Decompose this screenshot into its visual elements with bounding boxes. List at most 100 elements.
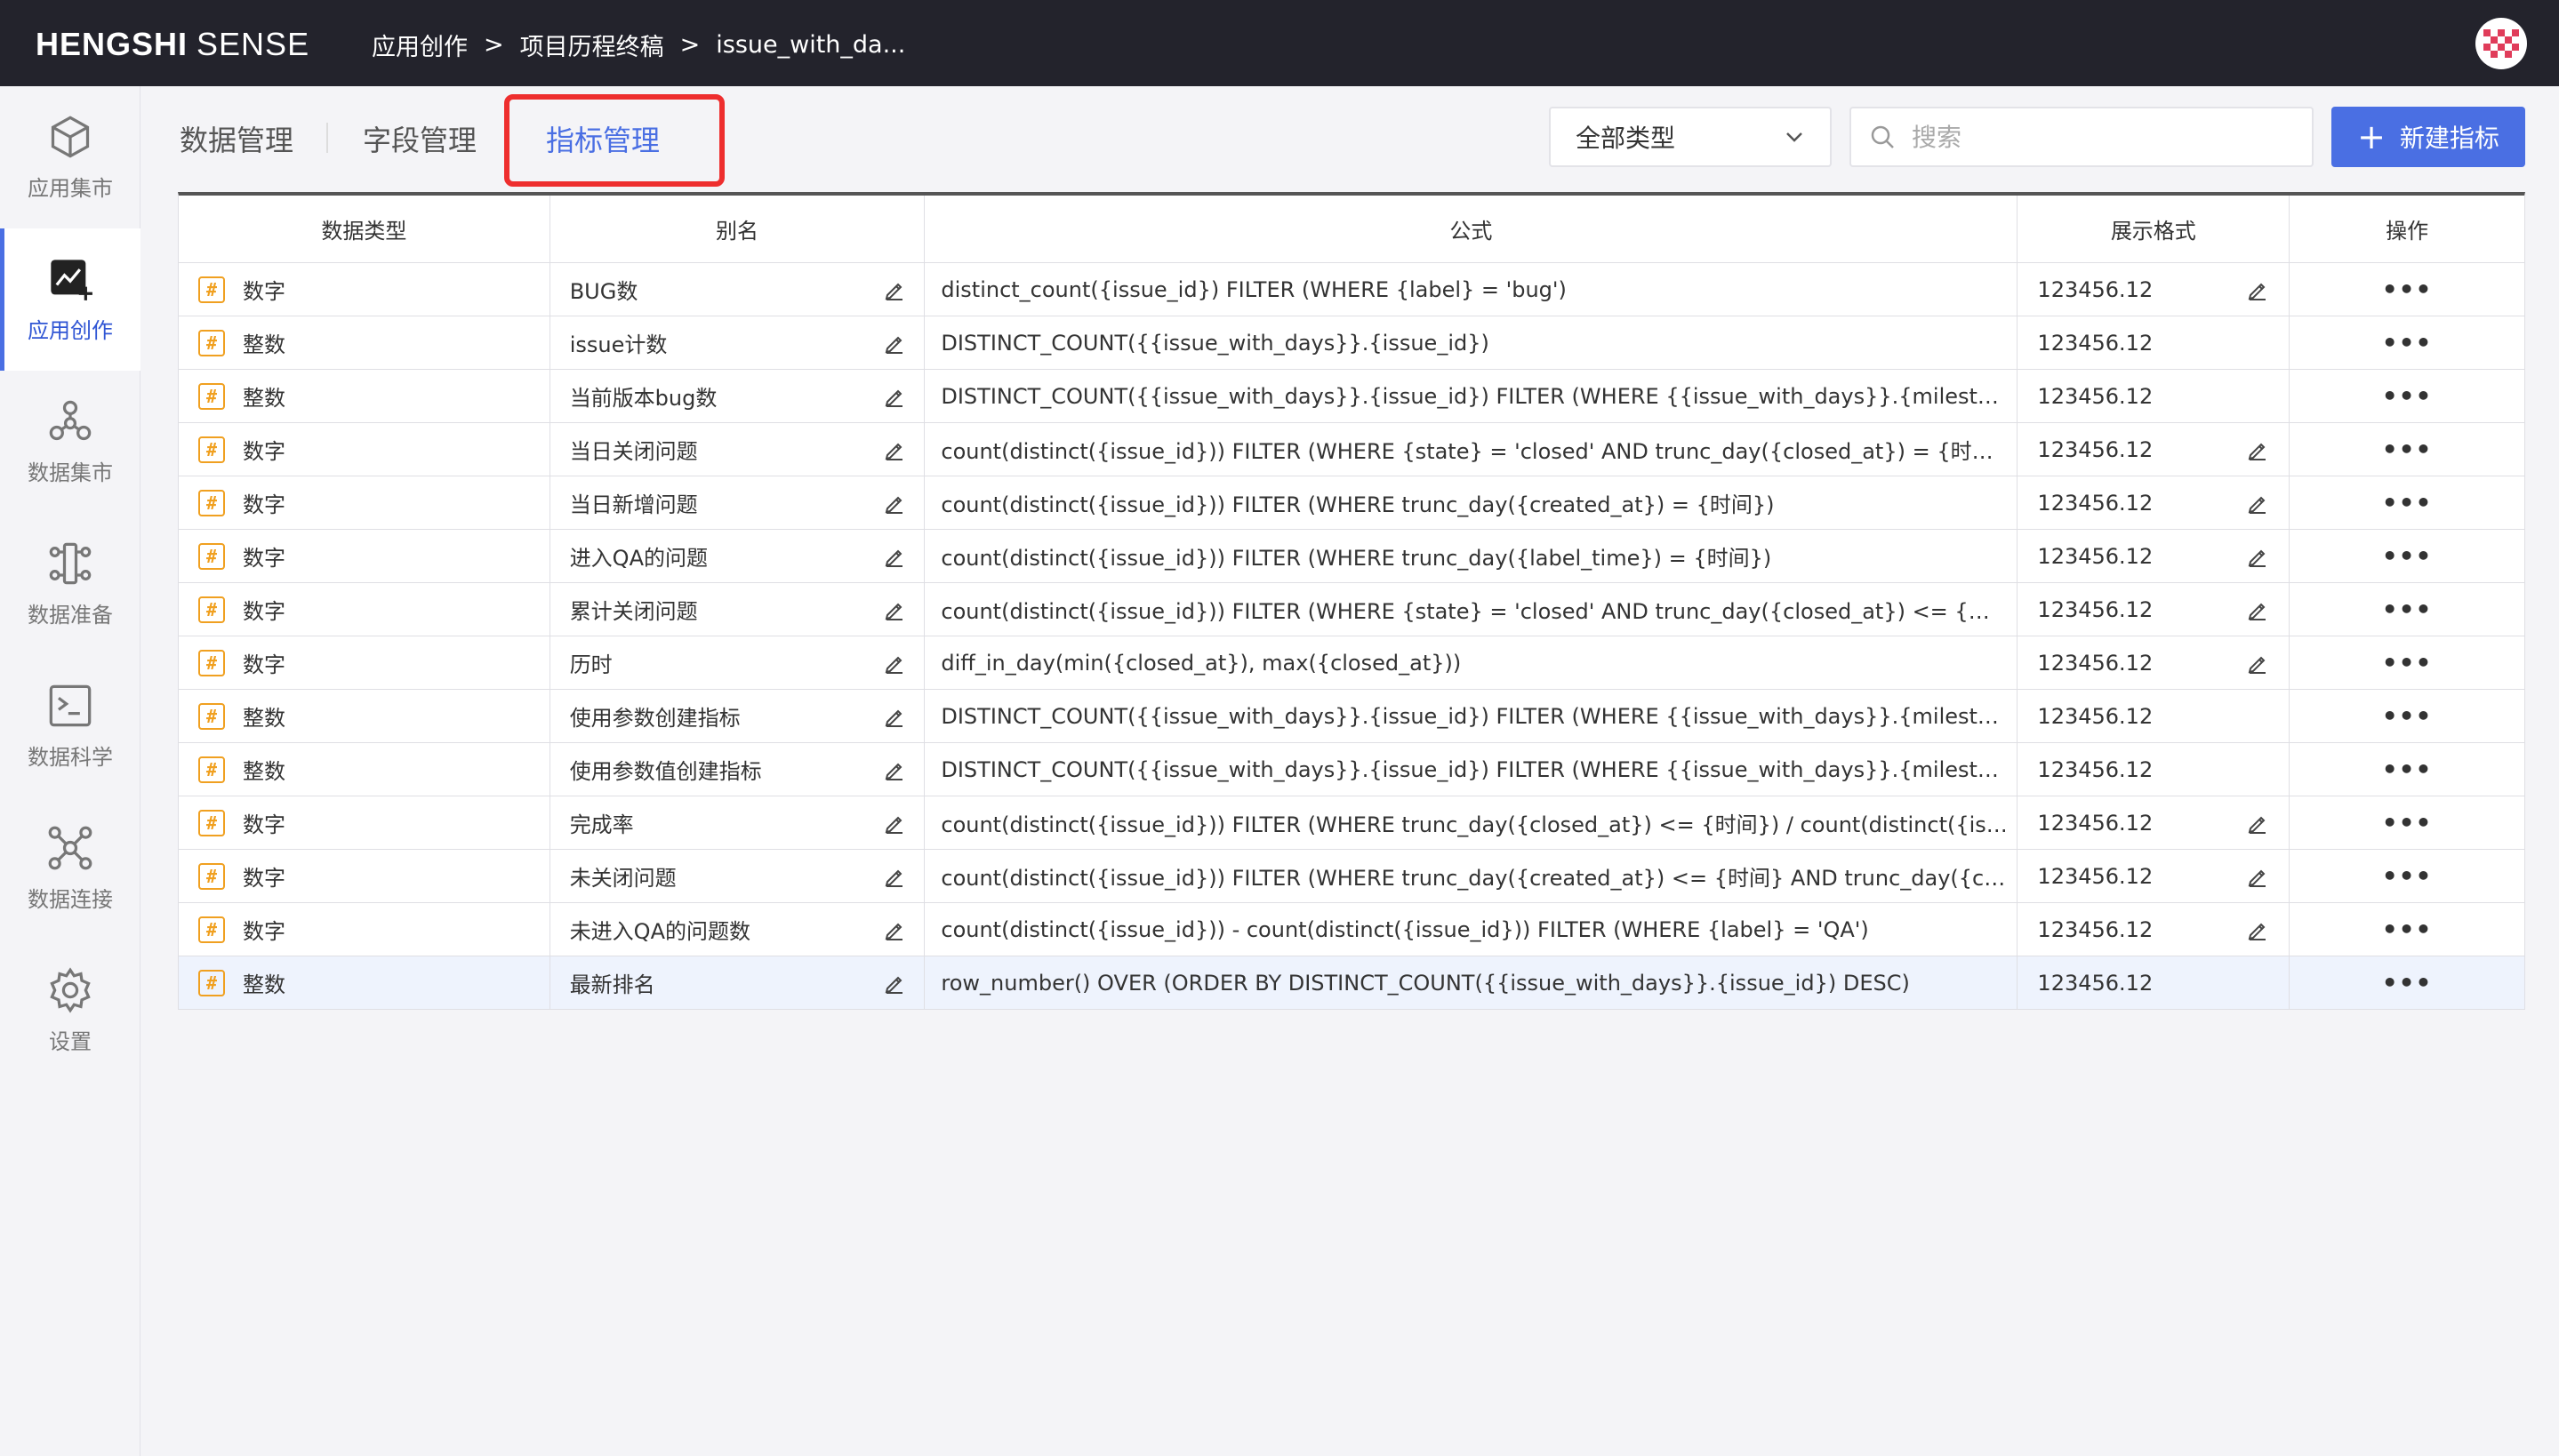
edit-format-icon[interactable] (2246, 278, 2269, 301)
column-header-formula[interactable]: 公式 (925, 196, 2018, 262)
avatar[interactable] (2475, 18, 2527, 69)
sidebar-item-app-market[interactable]: 应用集市 (0, 86, 140, 228)
formula-cell[interactable]: DISTINCT_COUNT({{issue_with_days}}.{issu… (925, 743, 2018, 796)
table-row[interactable]: # 数字 当日关闭问题 count(distinct({issue_id})) FIL… (179, 423, 2524, 476)
formula-cell[interactable]: DISTINCT_COUNT({{issue_with_days}}.{issu… (925, 690, 2018, 742)
search-input[interactable] (1912, 122, 2285, 152)
breadcrumb: 应用创作 > 项目历程终稿 > issue_with_da... (372, 25, 905, 64)
more-actions-icon[interactable]: ••• (2382, 541, 2433, 571)
sidebar-item-app-create[interactable]: 应用创作 (0, 228, 140, 371)
type-label: 整数 (243, 706, 285, 731)
edit-format-icon[interactable] (2246, 652, 2269, 675)
formula-cell[interactable]: distinct_count({issue_id}) FILTER (WHERE… (925, 263, 2018, 316)
tab-field-management[interactable]: 字段管理 (363, 112, 477, 165)
more-actions-icon[interactable]: ••• (2382, 755, 2433, 784)
table-row[interactable]: # 数字 累计关闭问题 count(distinct({issue_id})) FIL… (179, 583, 2524, 636)
actions-cell: ••• (2290, 956, 2524, 1009)
sidebar-item-data-prep[interactable]: 数据准备 (0, 513, 140, 655)
alias-cell: 当前版本bug数 (550, 370, 926, 422)
more-actions-icon[interactable]: ••• (2382, 648, 2433, 677)
edit-alias-icon[interactable] (883, 972, 906, 995)
breadcrumb-item-project[interactable]: 项目历程终稿 (520, 28, 664, 62)
formula-cell[interactable]: row_number() OVER (ORDER BY DISTINCT_COU… (925, 956, 2018, 1009)
more-actions-icon[interactable]: ••• (2382, 435, 2433, 464)
edit-format-icon[interactable] (2246, 438, 2269, 461)
formula-cell[interactable]: count(distinct({issue_id})) FILTER (WHER… (925, 850, 2018, 902)
more-actions-icon[interactable]: ••• (2382, 488, 2433, 517)
sidebar-item-data-science[interactable]: 数据科学 (0, 655, 140, 797)
table-row[interactable]: # 数字 当日新增问题 count(distinct({issue_id})) FIL… (179, 476, 2524, 530)
type-filter-select[interactable]: 全部类型 (1549, 107, 1832, 167)
table-row[interactable]: # 数字 完成率 count(distinct({issue_id})) FILTER… (179, 796, 2524, 850)
new-metric-button[interactable]: + 新建指标 (2331, 107, 2525, 167)
more-actions-icon[interactable]: ••• (2382, 915, 2433, 944)
number-type-icon: # (198, 916, 225, 943)
edit-alias-icon[interactable] (883, 278, 906, 301)
table-row[interactable]: # 整数 最新排名 row_number() OVER (ORDER BY DISTI… (179, 956, 2524, 1010)
formula-cell[interactable]: count(distinct({issue_id})) FILTER (WHER… (925, 796, 2018, 849)
brand-logo[interactable]: HENGSHI SENSE (36, 25, 309, 64)
edit-format-icon[interactable] (2246, 598, 2269, 621)
sidebar-item-settings[interactable]: 设置 (0, 940, 140, 1082)
column-header-type[interactable]: 数据类型 (179, 196, 550, 262)
sidebar-item-data-market[interactable]: 数据集市 (0, 371, 140, 513)
edit-alias-icon[interactable] (883, 652, 906, 675)
more-actions-icon[interactable]: ••• (2382, 275, 2433, 304)
table-row[interactable]: # 数字 历时 diff_in_day(min({closed_at}), max({… (179, 636, 2524, 690)
more-actions-icon[interactable]: ••• (2382, 381, 2433, 411)
table-row[interactable]: # 数字 未关闭问题 count(distinct({issue_id})) FILT… (179, 850, 2524, 903)
formula-cell[interactable]: count(distinct({issue_id})) FILTER (WHER… (925, 530, 2018, 582)
edit-alias-icon[interactable] (883, 598, 906, 621)
edit-alias-icon[interactable] (883, 758, 906, 781)
more-actions-icon[interactable]: ••• (2382, 328, 2433, 357)
table-row[interactable]: # 整数 当前版本bug数 DISTINCT_COUNT({{issue_with_d… (179, 370, 2524, 423)
formula-cell[interactable]: diff_in_day(min({closed_at}), max({close… (925, 636, 2018, 689)
edit-alias-icon[interactable] (883, 438, 906, 461)
edit-alias-icon[interactable] (883, 332, 906, 355)
edit-alias-icon[interactable] (883, 385, 906, 408)
alias-cell: 未进入QA的问题数 (550, 903, 926, 956)
table-row[interactable]: # 整数 issue计数 DISTINCT_COUNT({{issue_with_da… (179, 316, 2524, 370)
edit-format-icon[interactable] (2246, 545, 2269, 568)
edit-format-icon[interactable] (2246, 865, 2269, 888)
more-actions-icon[interactable]: ••• (2382, 968, 2433, 997)
more-actions-icon[interactable]: ••• (2382, 861, 2433, 891)
alias-label: 当前版本bug数 (569, 386, 718, 411)
edit-alias-icon[interactable] (883, 492, 906, 515)
breadcrumb-item-app-create[interactable]: 应用创作 (372, 28, 468, 62)
edit-alias-icon[interactable] (883, 545, 906, 568)
table-row[interactable]: # 整数 使用参数值创建指标 DISTINCT_COUNT({{issue_with_… (179, 743, 2524, 796)
formula-cell[interactable]: count(distinct({issue_id})) - count(dist… (925, 903, 2018, 956)
more-actions-icon[interactable]: ••• (2382, 595, 2433, 624)
type-label: 数字 (243, 652, 285, 677)
edit-alias-icon[interactable] (883, 812, 906, 835)
edit-alias-icon[interactable] (883, 918, 906, 941)
sidebar-item-data-connect[interactable]: 数据连接 (0, 797, 140, 940)
formula-cell[interactable]: DISTINCT_COUNT({{issue_with_days}}.{issu… (925, 370, 2018, 422)
edit-format-icon[interactable] (2246, 812, 2269, 835)
edit-alias-icon[interactable] (883, 865, 906, 888)
cube-icon (51, 115, 90, 158)
table-row[interactable]: # 数字 BUG数 distinct_count({issue_id}) FILTER… (179, 263, 2524, 316)
type-cell: # 整数 (179, 370, 550, 422)
table-row[interactable]: # 数字 未进入QA的问题数 count(distinct({issue_id})) … (179, 903, 2524, 956)
sidebar-item-label: 应用集市 (28, 175, 113, 201)
formula-cell[interactable]: count(distinct({issue_id})) FILTER (WHER… (925, 476, 2018, 529)
table-row[interactable]: # 整数 使用参数创建指标 DISTINCT_COUNT({{issue_with_d… (179, 690, 2524, 743)
formula-cell[interactable]: DISTINCT_COUNT({{issue_with_days}}.{issu… (925, 316, 2018, 369)
formula-text: row_number() OVER (ORDER BY DISTINCT_COU… (941, 970, 1910, 996)
more-actions-icon[interactable]: ••• (2382, 701, 2433, 731)
formula-cell[interactable]: count(distinct({issue_id})) FILTER (WHER… (925, 423, 2018, 476)
actions-cell: ••• (2290, 690, 2524, 742)
edit-format-icon[interactable] (2246, 918, 2269, 941)
column-header-format[interactable]: 展示格式 (2018, 196, 2290, 262)
formula-cell[interactable]: count(distinct({issue_id})) FILTER (WHER… (925, 583, 2018, 636)
more-actions-icon[interactable]: ••• (2382, 808, 2433, 837)
edit-alias-icon[interactable] (883, 705, 906, 728)
table-row[interactable]: # 数字 进入QA的问题 count(distinct({issue_id})) FI… (179, 530, 2524, 583)
breadcrumb-item-dataset: issue_with_da... (716, 30, 906, 59)
tab-data-management[interactable]: 数据管理 (180, 112, 293, 165)
column-header-alias[interactable]: 别名 (550, 196, 926, 262)
format-value: 123456.12 (2037, 756, 2154, 782)
edit-format-icon[interactable] (2246, 492, 2269, 515)
